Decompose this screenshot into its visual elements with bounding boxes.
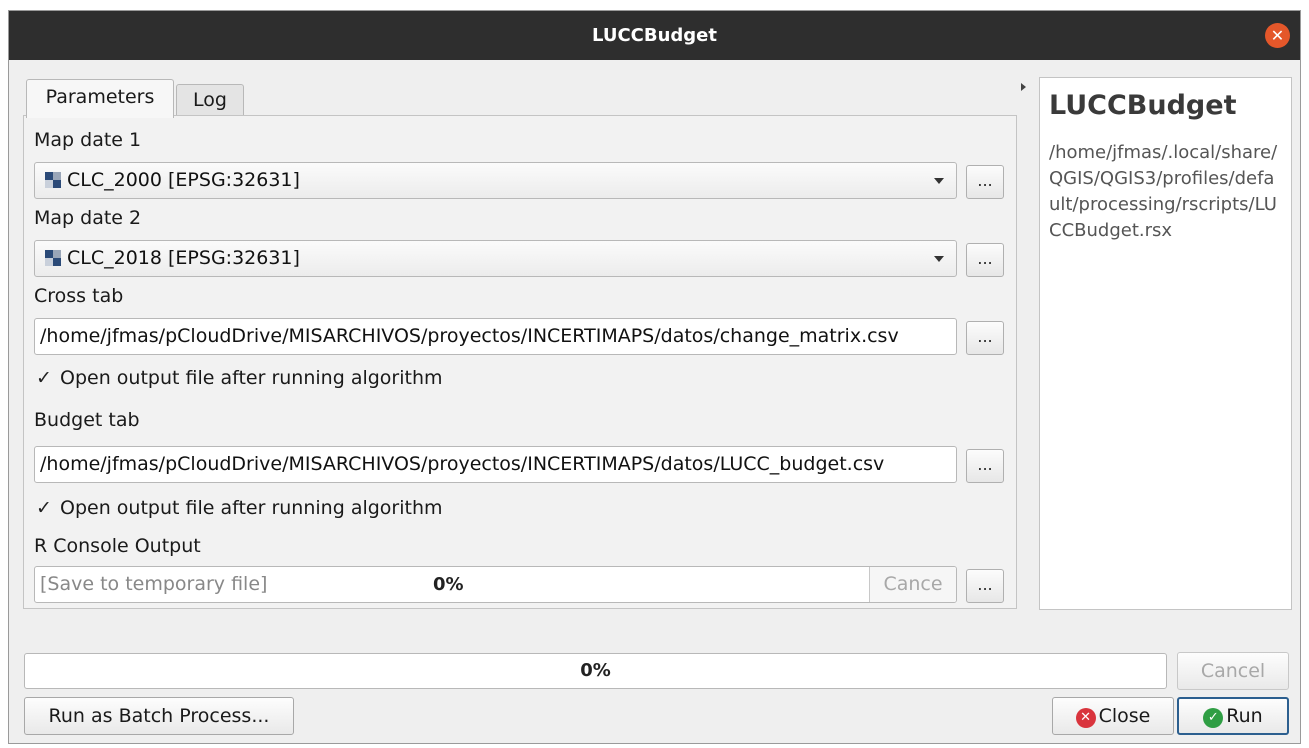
window-title: LUCCBudget [592,25,717,46]
help-script-path: /home/jfmas/.local/share/QGIS/QGIS3/prof… [1049,142,1278,241]
map-date-2-select[interactable]: CLC_2018 [EPSG:32631] [34,240,957,277]
cancel-button[interactable]: Cancel [1177,652,1289,690]
close-button[interactable]: ✕ Close [1052,697,1174,735]
map-date-1-label: Map date 1 [34,129,142,151]
raster-layer-icon [45,250,61,266]
map-date-2-value: CLC_2018 [EPSG:32631] [67,247,300,269]
chevron-down-icon [934,256,944,262]
cross-tab-browse-button[interactable]: ... [966,321,1004,355]
tab-log[interactable]: Log [176,84,244,116]
run-button-label: Run [1226,705,1263,727]
splitter-handle[interactable] [1021,83,1026,91]
title-bar: LUCCBudget ✕ [9,11,1300,60]
budget-tab-label: Budget tab [34,409,140,431]
close-circle-icon: ✕ [1075,708,1096,728]
map-date-1-value-wrap: CLC_2000 [EPSG:32631] [45,163,300,198]
r-console-cancel-button[interactable]: Cance [869,567,956,602]
help-title: LUCCBudget [1049,90,1237,121]
r-console-label: R Console Output [34,535,201,557]
cross-tab-open-label: Open output file after running algorithm [60,367,443,389]
map-date-2-browse-button[interactable]: ... [966,243,1004,277]
main-progress-bar: 0% [24,653,1167,689]
budget-tab-path-input[interactable]: /home/jfmas/pCloudDrive/MISARCHIVOS/proy… [34,446,957,483]
parameters-panel: Map date 1 CLC_2000 [EPSG:32631] ... Map… [23,115,1017,609]
run-button[interactable]: ✓ Run [1177,697,1289,735]
chevron-down-icon [934,178,944,184]
r-console-progress-text: 0% [433,574,464,595]
cross-tab-path-value: /home/jfmas/pCloudDrive/MISARCHIVOS/proy… [40,325,899,347]
cross-tab-path-input[interactable]: /home/jfmas/pCloudDrive/MISARCHIVOS/proy… [34,318,957,355]
r-console-path-input[interactable]: [Save to temporary file] 0% Cance [34,566,957,603]
budget-tab-open-checkbox[interactable]: ✓ [34,496,54,520]
cross-tab-label: Cross tab [34,285,124,307]
check-circle-icon: ✓ [1203,708,1224,728]
budget-tab-browse-button[interactable]: ... [966,449,1004,483]
run-batch-button[interactable]: Run as Batch Process... [24,697,294,735]
map-date-2-value-wrap: CLC_2018 [EPSG:32631] [45,241,300,276]
map-date-1-value: CLC_2000 [EPSG:32631] [67,169,300,191]
budget-tab-path-value: /home/jfmas/pCloudDrive/MISARCHIVOS/proy… [40,453,885,475]
cross-tab-open-checkbox[interactable]: ✓ [34,366,54,390]
r-console-path-value: [Save to temporary file] [40,573,268,595]
close-button-label: Close [1098,705,1151,727]
window-close-button[interactable]: ✕ [1265,23,1290,48]
main-progress-text: 0% [580,660,611,681]
tab-parameters[interactable]: Parameters [26,79,174,118]
map-date-1-browse-button[interactable]: ... [966,165,1004,199]
map-date-1-select[interactable]: CLC_2000 [EPSG:32631] [34,162,957,199]
map-date-2-label: Map date 2 [34,207,142,229]
raster-layer-icon [45,172,61,188]
r-console-browse-button[interactable]: ... [966,569,1004,603]
budget-tab-open-label: Open output file after running algorithm [60,497,443,519]
dialog-window: LUCCBudget ✕ Parameters Log Map date 1 C… [8,10,1301,744]
help-panel: LUCCBudget /home/jfmas/.local/share/QGIS… [1039,77,1292,610]
